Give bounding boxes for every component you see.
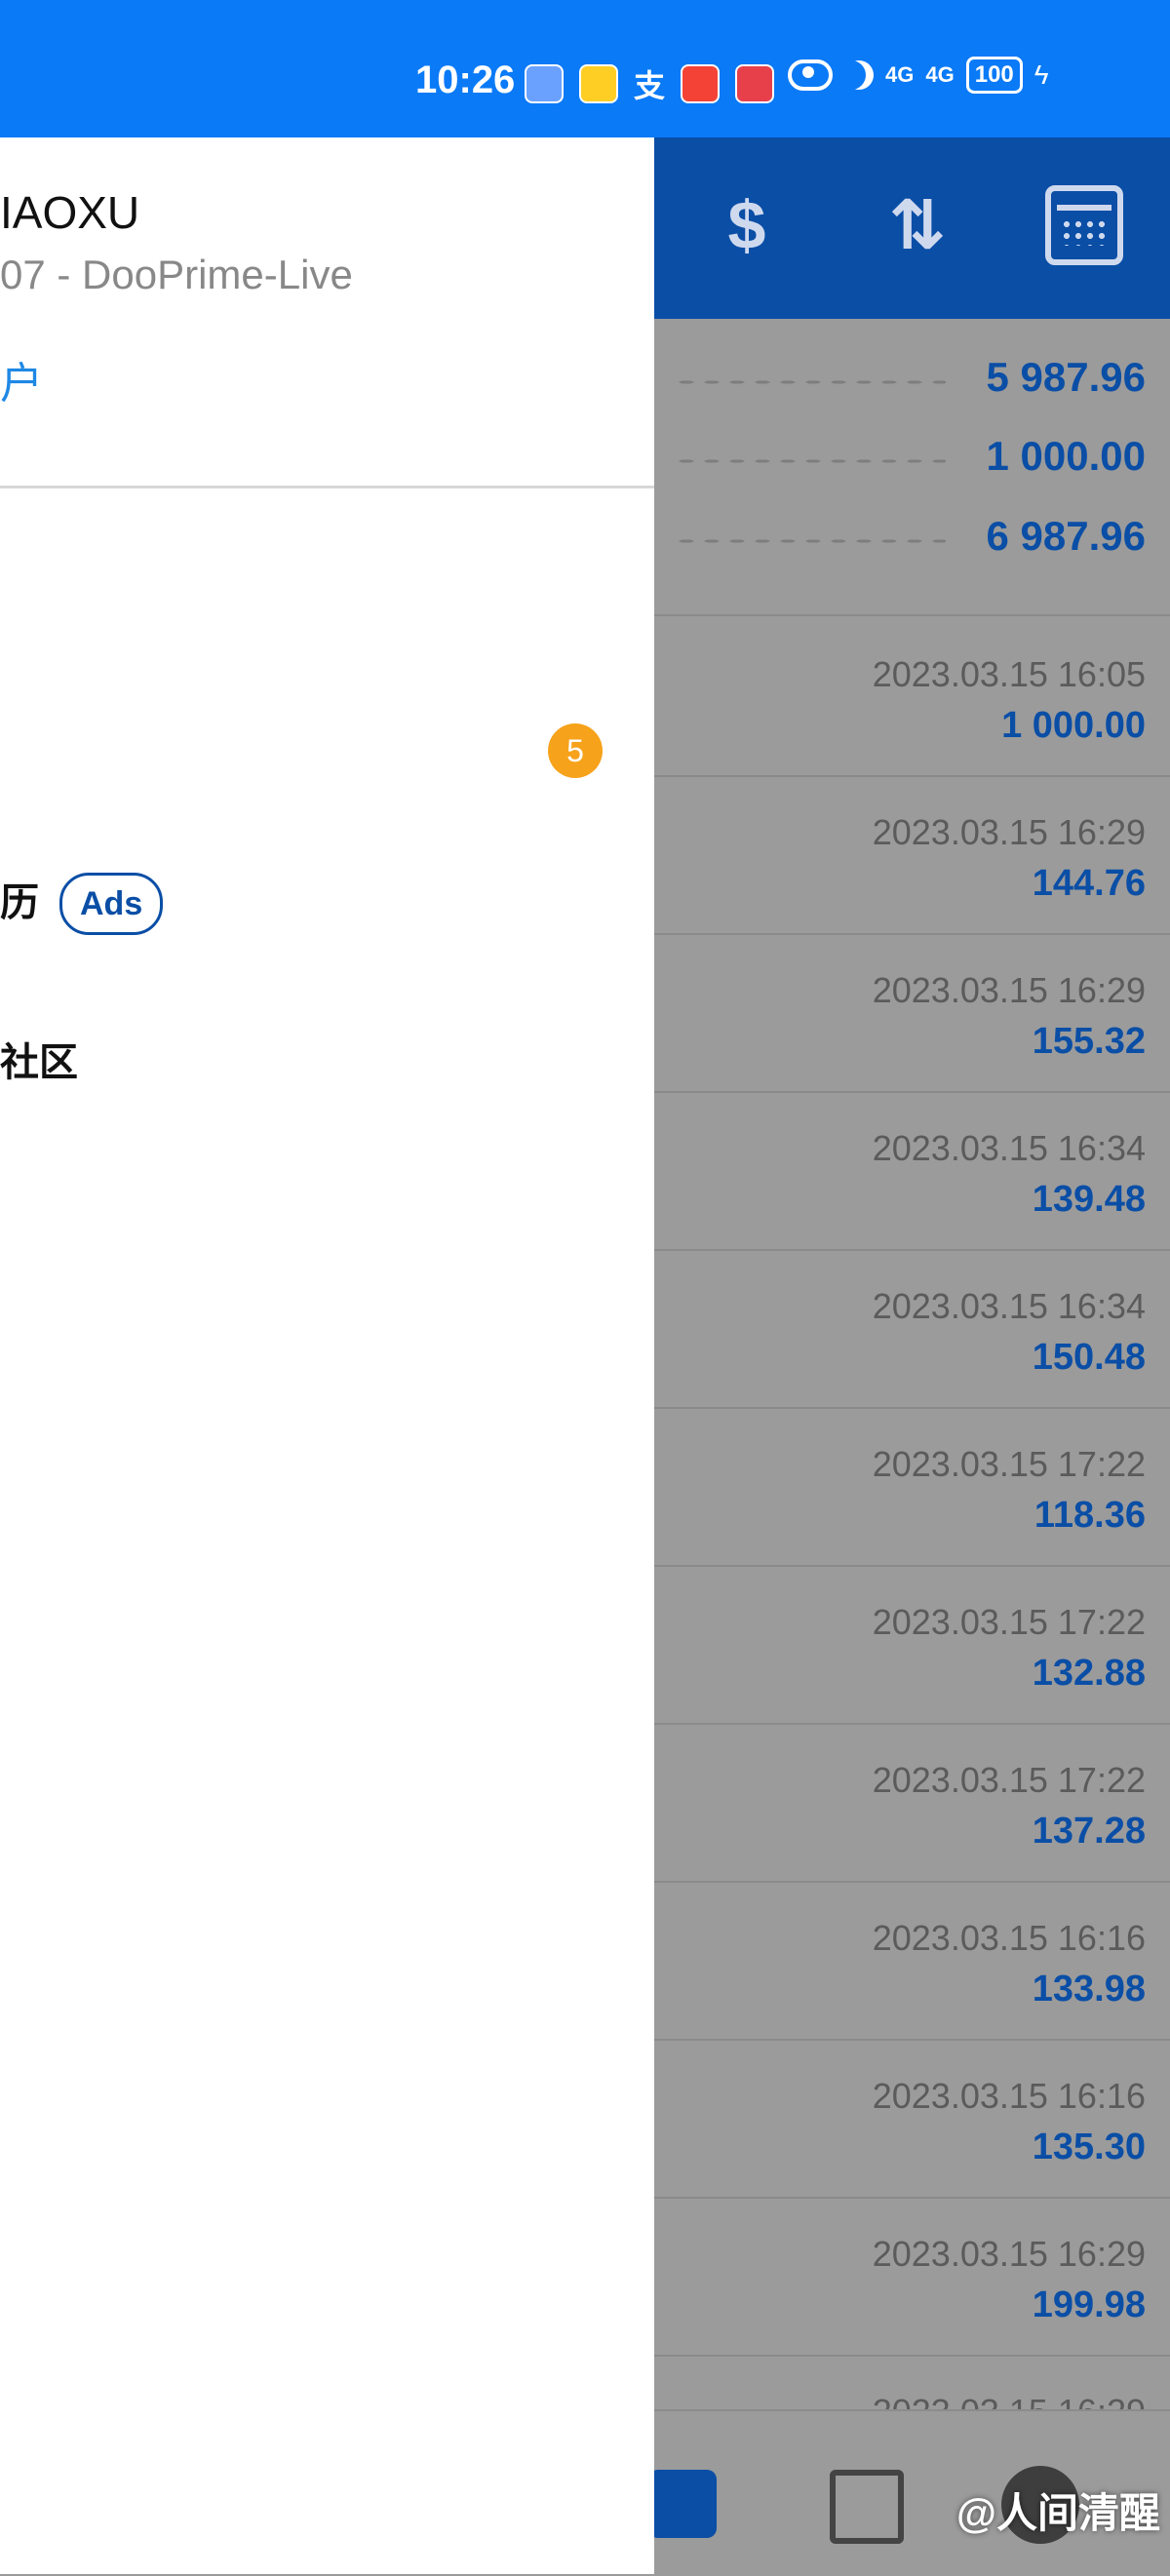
trade-history-screen: $ ⇅ 5 987.96 1 000.00 6 987.96 2023.03.1… (648, 137, 1170, 2576)
navigation-drawer: IAOXU 07 - DooPrime-Live 户 5 历 Ads 社区 (0, 137, 654, 2574)
drawer-header: IAOXU 07 - DooPrime-Live 户 (0, 137, 654, 488)
account-name: IAOXU (0, 187, 140, 238)
status-time: 10:26 (415, 59, 516, 101)
news-icon[interactable] (830, 2470, 904, 2544)
moon-icon (844, 60, 874, 90)
eye-icon (788, 59, 833, 91)
sort-icon[interactable]: ⇅ (878, 186, 956, 264)
manage-accounts-link[interactable]: 户 (0, 348, 43, 410)
transaction-row[interactable]: 2023.03.15 16:29 199.98 (654, 2195, 1170, 2353)
signal-icon: 4G (885, 62, 915, 87)
transaction-date: 2023.03.15 16:29 (872, 970, 1146, 1010)
app3-notification-icon (735, 64, 775, 103)
transaction-date: 2023.03.15 16:16 (872, 2076, 1146, 2116)
mail-notification-icon (579, 64, 618, 103)
currency-exchange-icon[interactable]: $ (708, 186, 786, 264)
transaction-amount: 199.98 (1032, 2284, 1146, 2325)
transaction-amount: 137.28 (1032, 1811, 1146, 1852)
transaction-row[interactable]: 2023.03.15 16:29 144.76 (654, 773, 1170, 931)
transaction-row[interactable]: 2023.03.15 17:22 132.88 (654, 1563, 1170, 1721)
ads-badge: Ads (59, 873, 164, 935)
transaction-row[interactable]: 2023.03.15 17:22 118.36 (654, 1405, 1170, 1563)
transaction-date: 2023.03.15 16:29 (872, 2234, 1146, 2274)
transaction-amount: 132.88 (1032, 1653, 1146, 1694)
app-toolbar: $ ⇅ (654, 137, 1170, 319)
transaction-row[interactable]: 2023.03.15 16:16 133.98 (654, 1879, 1170, 2037)
transaction-row[interactable]: 2023.03.15 16:34 150.48 (654, 1247, 1170, 1405)
status-bar: 10:26 支 4G 4G 100 ϟ (0, 0, 1170, 137)
drawer-divider (0, 486, 654, 488)
menu-item-community[interactable]: 社区 (0, 1031, 78, 1087)
transaction-amount: 1 000.00 (1001, 705, 1146, 746)
notification-badge: 5 (548, 723, 603, 778)
transaction-date: 2023.03.15 16:34 (872, 1128, 1146, 1168)
transaction-date: 2023.03.15 16:29 (872, 812, 1146, 852)
summary-value: 6 987.96 (986, 513, 1147, 559)
signal2-icon: 4G (925, 62, 955, 87)
transaction-date: 2023.03.15 17:22 (872, 1602, 1146, 1642)
summary-value: 1 000.00 (986, 433, 1147, 479)
app2-notification-icon (681, 64, 721, 103)
menu-item-calendar[interactable]: 历 (0, 871, 39, 927)
transaction-amount: 144.76 (1032, 863, 1146, 904)
alipay-notification-icon: 支 (634, 68, 666, 103)
transaction-amount: 150.48 (1032, 1337, 1146, 1378)
transaction-amount: 139.48 (1032, 1179, 1146, 1220)
transaction-row[interactable]: 2023.03.15 17:22 137.28 (654, 1721, 1170, 1879)
transaction-row[interactable]: 2023.03.15 16:16 135.30 (654, 2037, 1170, 2195)
transaction-amount: 155.32 (1032, 1021, 1146, 1062)
transaction-date: 2023.03.15 16:05 (872, 654, 1146, 694)
transaction-amount: 135.30 (1032, 2127, 1146, 2167)
transaction-date: 2023.03.15 16:16 (872, 1918, 1146, 1958)
transaction-amount: 118.36 (1034, 1495, 1146, 1536)
transaction-date: 2023.03.15 16:34 (872, 1286, 1146, 1326)
inbox-icon[interactable] (648, 2470, 717, 2538)
transaction-row[interactable]: 2023.03.15 16:29 155.32 (654, 931, 1170, 1089)
transaction-row[interactable]: 2023.03.15 16:05 1 000.00 (654, 615, 1170, 773)
status-system-icons: 4G 4G 100 ϟ (788, 57, 1049, 94)
battery-icon: 100 (965, 57, 1023, 94)
transaction-amount: 133.98 (1032, 1969, 1146, 2010)
calendar-icon[interactable] (1045, 185, 1123, 265)
summary-row: 5 987.96 (654, 338, 1170, 416)
summary-row: 1 000.00 (654, 417, 1170, 495)
charging-icon: ϟ (1034, 59, 1049, 90)
summary-value: 5 987.96 (986, 354, 1147, 400)
transaction-row[interactable]: 2023.03.15 16:34 139.48 (654, 1089, 1170, 1247)
app-notification-icon (525, 64, 564, 103)
summary-row: 6 987.96 (654, 497, 1170, 575)
summary-section: 5 987.96 1 000.00 6 987.96 (654, 319, 1170, 559)
watermark: @人间清醒 (956, 2490, 1160, 2536)
account-server: 07 - DooPrime-Live (0, 252, 353, 297)
status-notification-icons: 支 (525, 60, 775, 107)
transaction-date: 2023.03.15 17:22 (872, 1760, 1146, 1800)
transaction-date: 2023.03.15 17:22 (872, 1444, 1146, 1484)
